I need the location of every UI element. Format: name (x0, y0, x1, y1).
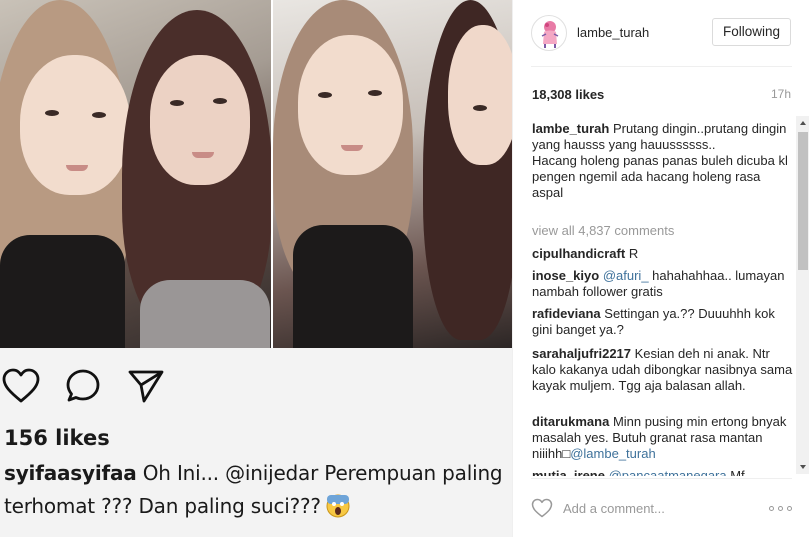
scrollbar-thumb[interactable] (798, 132, 808, 270)
comment-mention[interactable]: @afuri_ (603, 268, 649, 283)
embedded-caption-text: Oh Ini... (142, 461, 226, 485)
post-image[interactable]: 156 likes syifaasyifaa Oh Ini... @inijed… (0, 0, 512, 537)
post-header: lambe_turah Following (513, 0, 809, 66)
comment-user[interactable]: sarahaljufri2217 (532, 346, 631, 361)
comment-mention[interactable]: @lambe_turah (570, 446, 655, 461)
comments-scrollbar[interactable] (796, 116, 809, 474)
comment-user[interactable]: rafideviana (532, 306, 601, 321)
comment-user[interactable]: cipulhandicraft (532, 246, 625, 261)
scroll-down-arrow-icon[interactable] (796, 460, 809, 474)
avatar-logo-icon (541, 21, 559, 48)
comment-user[interactable]: inose_kiyo (532, 268, 599, 283)
post-timestamp[interactable]: 17h (771, 87, 791, 101)
comment-text: R (628, 246, 639, 261)
photo-right (273, 0, 512, 348)
comment-item: inose_kiyo @afuri_ hahahahhaa.. lumayan … (532, 268, 794, 300)
comment-item: mutia_irene @pancaatmanegara Mf (532, 468, 794, 476)
avatar[interactable] (531, 15, 567, 51)
comments-list[interactable]: lambe_turah Prutang dingin..prutang ding… (513, 118, 809, 476)
caption-user[interactable]: lambe_turah (532, 121, 609, 136)
comment-item: cipulhandicraft R (532, 246, 794, 262)
embedded-caption-mention: @inijedar (225, 461, 319, 485)
embedded-caption-user: syifaasyifaa (4, 461, 137, 485)
comment-bar (513, 488, 809, 528)
more-options-icon[interactable] (769, 506, 793, 512)
comment-item: ditarukmana Minn pusing min ertong bnyak… (532, 414, 794, 462)
share-icon (127, 368, 165, 409)
comment-text: Mf (726, 468, 745, 476)
comment-icon (65, 368, 101, 409)
header-divider (531, 66, 792, 67)
embedded-like-count: 156 likes (4, 426, 110, 450)
view-all-comments-link[interactable]: view all 4,837 comments (532, 223, 674, 238)
embedded-action-bar (0, 368, 512, 408)
following-button[interactable]: Following (712, 18, 791, 46)
embedded-caption: syifaasyifaa Oh Ini... @inijedar Perempu… (4, 457, 509, 523)
username-link[interactable]: lambe_turah (577, 25, 649, 40)
heart-outline-icon[interactable] (531, 498, 553, 518)
side-panel: lambe_turah Following 18,308 likes 17h l… (512, 0, 809, 537)
comment-user[interactable]: mutia_irene (532, 468, 605, 476)
caption: lambe_turah Prutang dingin..prutang ding… (532, 121, 794, 201)
photo-left (0, 0, 271, 348)
heart-icon (2, 368, 40, 409)
scream-emoji-icon (325, 494, 351, 518)
like-count[interactable]: 18,308 likes (532, 87, 604, 102)
scroll-up-arrow-icon[interactable] (796, 116, 809, 130)
footer-divider (531, 478, 792, 479)
comment-item: sarahaljufri2217 Kesian deh ni anak. Ntr… (532, 346, 794, 394)
comment-mention[interactable]: @pancaatmanegara (609, 468, 727, 476)
add-comment-input[interactable] (563, 498, 753, 518)
comment-item: rafideviana Settingan ya.?? Duuuhhh kok … (532, 306, 794, 338)
comment-user[interactable]: ditarukmana (532, 414, 609, 429)
